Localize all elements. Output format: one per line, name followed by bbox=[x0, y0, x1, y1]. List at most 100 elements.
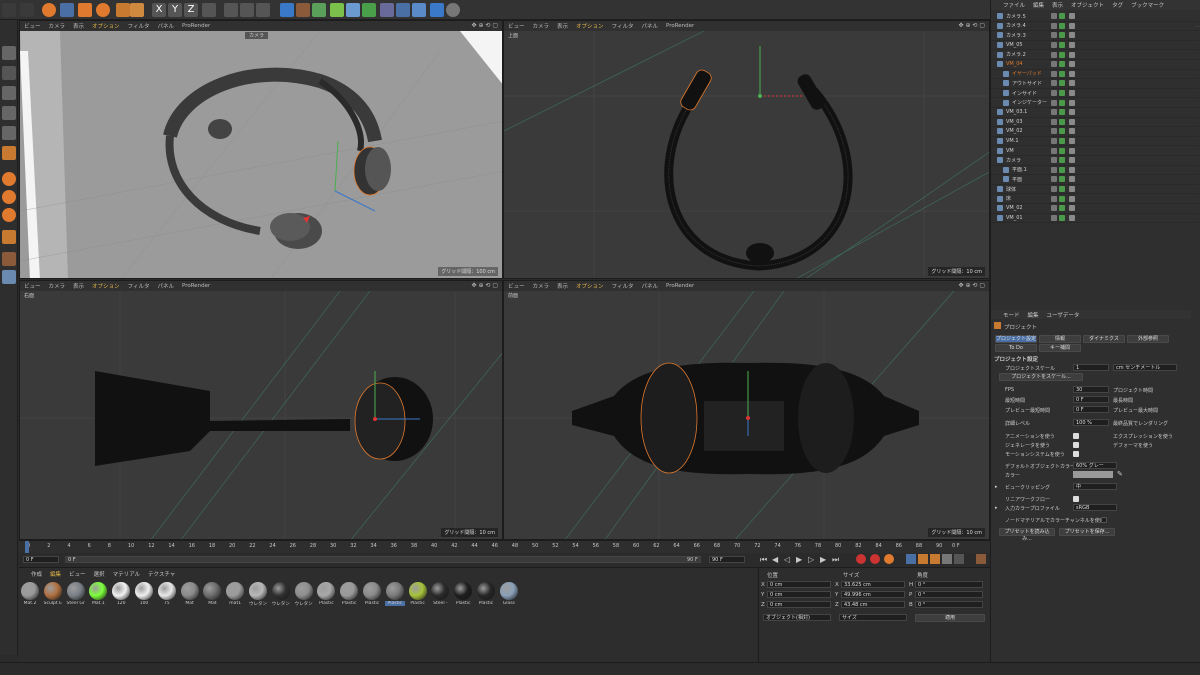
tag-icon[interactable] bbox=[1069, 166, 1075, 173]
material-swatch[interactable]: Glass bbox=[499, 582, 519, 606]
object-name[interactable]: VM_03 bbox=[1006, 119, 1023, 125]
cube-icon[interactable] bbox=[280, 3, 294, 17]
position-field[interactable]: 0 cm bbox=[767, 581, 831, 588]
position-field[interactable]: 0 cm bbox=[767, 591, 831, 598]
material-swatch[interactable]: Mat bbox=[202, 582, 222, 606]
tag-icon[interactable] bbox=[1069, 90, 1075, 97]
scene-icon[interactable] bbox=[380, 3, 394, 17]
tag-icon[interactable] bbox=[1069, 138, 1075, 145]
start-frame-field[interactable]: 0 F bbox=[23, 556, 59, 563]
menu-options[interactable]: オプション bbox=[92, 22, 120, 30]
go-start-icon[interactable]: ⏮ bbox=[760, 555, 767, 565]
visibility-toggle[interactable] bbox=[1051, 22, 1057, 29]
menu-options[interactable]: オプション bbox=[576, 22, 604, 30]
viewport-top[interactable]: ビュー カメラ 表示 オプション フィルタ パネル ProRender ✥ ⊕ … bbox=[503, 20, 990, 279]
clipping-select[interactable]: 中 bbox=[1073, 483, 1117, 490]
enable-check-icon[interactable] bbox=[1059, 70, 1065, 77]
enable-check-icon[interactable] bbox=[1059, 22, 1065, 29]
playhead[interactable] bbox=[25, 541, 29, 553]
tab-key-interp[interactable]: キー補間 bbox=[1039, 344, 1081, 352]
undo-icon[interactable] bbox=[2, 3, 16, 17]
enable-check-icon[interactable] bbox=[1059, 109, 1065, 116]
use-motion-checkbox[interactable] bbox=[1073, 451, 1079, 457]
transform-tool-icon[interactable] bbox=[130, 3, 144, 17]
size-field[interactable]: 33.625 cm bbox=[841, 581, 905, 588]
move-tool-icon[interactable] bbox=[60, 3, 74, 17]
menu-prorender[interactable]: ProRender bbox=[666, 23, 694, 29]
object-name[interactable]: カメラ.2 bbox=[1006, 51, 1026, 58]
tag-icon[interactable] bbox=[1069, 109, 1075, 116]
object-name[interactable]: VM.1 bbox=[1006, 138, 1019, 144]
object-name[interactable]: アウトサイド bbox=[1012, 80, 1042, 87]
input-profile-arrow-icon[interactable]: ▸ bbox=[995, 505, 998, 514]
key-param-icon[interactable] bbox=[942, 554, 952, 564]
node-material-checkbox[interactable] bbox=[1101, 517, 1107, 523]
tag-icon[interactable] bbox=[1069, 13, 1075, 20]
light-icon[interactable] bbox=[446, 3, 460, 17]
z-axis-lock-icon[interactable]: Z bbox=[184, 3, 198, 17]
floor-icon[interactable] bbox=[412, 3, 426, 17]
sculpt-icon[interactable] bbox=[2, 252, 16, 266]
apply-button[interactable]: 適用 bbox=[915, 614, 985, 622]
key-position-icon[interactable] bbox=[906, 554, 916, 564]
menu-prorender[interactable]: ProRender bbox=[666, 283, 694, 289]
tag-icon[interactable] bbox=[1069, 205, 1075, 212]
play-icon[interactable]: ▶ bbox=[796, 555, 802, 564]
tag-icon[interactable] bbox=[1069, 186, 1075, 193]
redo-icon[interactable] bbox=[20, 3, 34, 17]
enable-check-icon[interactable] bbox=[1059, 118, 1065, 125]
object-row[interactable]: VM.1 bbox=[991, 137, 1199, 147]
visibility-toggle[interactable] bbox=[1051, 80, 1057, 87]
clipping-arrow-icon[interactable]: ▸ bbox=[995, 484, 998, 493]
om-menu-view[interactable]: 表示 bbox=[1052, 1, 1063, 9]
scale-tool-icon[interactable] bbox=[78, 3, 92, 17]
viewport-nav-icons[interactable]: ✥ ⊕ ⟲ ▢ bbox=[959, 282, 985, 289]
tab-xref[interactable]: 外部参照 bbox=[1127, 335, 1169, 343]
object-row[interactable]: カメラ.4 bbox=[991, 22, 1199, 32]
tag-icon[interactable] bbox=[1069, 214, 1075, 221]
menu-prorender[interactable]: ProRender bbox=[182, 283, 210, 289]
material-swatch[interactable]: Plastic bbox=[362, 582, 382, 606]
scale-field[interactable]: 1 bbox=[1073, 364, 1109, 371]
om-menu-object[interactable]: オブジェクト bbox=[1071, 1, 1104, 9]
menu-display[interactable]: 表示 bbox=[73, 282, 84, 290]
menu-display[interactable]: 表示 bbox=[73, 22, 84, 30]
object-name[interactable]: VM bbox=[1006, 148, 1014, 154]
tab-project-settings[interactable]: プロジェクト設定 bbox=[995, 335, 1037, 343]
visibility-toggle[interactable] bbox=[1051, 128, 1057, 135]
size-field[interactable]: 43.48 cm bbox=[841, 601, 905, 608]
om-menu-tag[interactable]: タグ bbox=[1112, 1, 1123, 9]
visibility-toggle[interactable] bbox=[1051, 99, 1057, 106]
material-swatch[interactable]: 75 bbox=[157, 582, 177, 606]
mm-menu-material[interactable]: マテリアル bbox=[113, 570, 140, 578]
object-row[interactable]: VM_01 bbox=[991, 214, 1199, 224]
enable-check-icon[interactable] bbox=[1059, 205, 1065, 212]
material-swatch[interactable]: Plastic bbox=[453, 582, 473, 606]
enable-check-icon[interactable] bbox=[1059, 214, 1065, 221]
material-swatch[interactable]: Mat bbox=[180, 582, 200, 606]
texture-mode-icon[interactable] bbox=[2, 66, 16, 80]
menu-view[interactable]: ビュー bbox=[24, 282, 41, 290]
render-settings-icon[interactable] bbox=[256, 3, 270, 17]
default-color-select[interactable]: 60% グレー bbox=[1073, 462, 1117, 469]
enable-check-icon[interactable] bbox=[1059, 147, 1065, 154]
scale-unit-select[interactable]: cm センチメートル bbox=[1113, 364, 1177, 371]
object-row[interactable]: インジケーター bbox=[991, 98, 1199, 108]
model-mode-icon[interactable] bbox=[2, 46, 16, 60]
next-frame-icon[interactable]: ▷ bbox=[808, 555, 814, 564]
position-field[interactable]: 0 cm bbox=[767, 601, 831, 608]
load-preset-button[interactable]: プリセットを読み込み... bbox=[999, 528, 1055, 542]
mm-menu-select[interactable]: 選択 bbox=[94, 570, 105, 578]
timeline-ruler[interactable]: 0246810121416182022242628303234363840424… bbox=[19, 540, 990, 553]
use-generators-checkbox[interactable] bbox=[1073, 442, 1079, 448]
enable-check-icon[interactable] bbox=[1059, 186, 1065, 193]
deformer-icon[interactable] bbox=[346, 3, 360, 17]
input-profile-select[interactable]: sRGB bbox=[1073, 504, 1117, 511]
next-key-icon[interactable]: ▶ bbox=[820, 555, 826, 564]
material-swatch[interactable]: Sculpt E bbox=[43, 582, 63, 606]
object-name[interactable]: インジケーター bbox=[1012, 99, 1047, 106]
menu-view[interactable]: ビュー bbox=[508, 282, 525, 290]
menu-panel[interactable]: パネル bbox=[157, 282, 174, 290]
material-swatch[interactable]: Plastic bbox=[384, 582, 405, 606]
enable-check-icon[interactable] bbox=[1059, 157, 1065, 164]
